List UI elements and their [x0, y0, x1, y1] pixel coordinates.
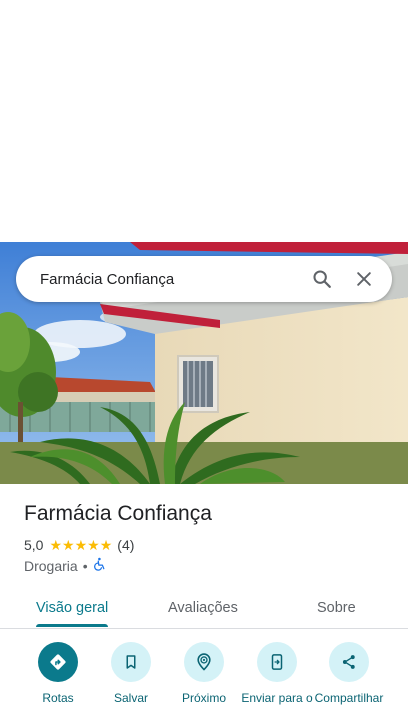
map-area[interactable]: [0, 0, 408, 242]
tab-about[interactable]: Sobre: [317, 588, 356, 628]
action-label: Compartilhar: [314, 691, 384, 705]
bookmark-icon: [111, 642, 151, 682]
star-icon: ★: [62, 537, 75, 553]
nearby-icon: [184, 642, 224, 682]
star-icon: ★: [99, 537, 113, 553]
star-icon: ★: [87, 537, 100, 553]
send-to-phone-button[interactable]: Enviar para o: [237, 642, 317, 706]
category-row: Drogaria •: [24, 557, 107, 574]
close-icon[interactable]: [346, 261, 382, 297]
action-label: Salvar: [113, 691, 148, 705]
send-to-phone-icon: [257, 642, 297, 682]
share-button[interactable]: Compartilhar: [309, 642, 389, 706]
directions-button[interactable]: Rotas: [18, 642, 98, 706]
action-label: Rotas: [42, 691, 74, 705]
search-icon[interactable]: [304, 261, 340, 297]
tab-bar: Visão geral Avaliações Sobre: [0, 588, 408, 629]
separator: •: [82, 557, 88, 574]
wheelchair-accessible-icon: [93, 557, 107, 574]
nearby-button[interactable]: Próximo: [164, 642, 244, 706]
star-icon: ★: [49, 537, 63, 553]
directions-icon: [38, 642, 78, 682]
tab-overview[interactable]: Visão geral: [36, 588, 108, 628]
share-icon: [329, 642, 369, 682]
review-count[interactable]: (4): [117, 537, 134, 553]
active-tab-indicator: [36, 624, 108, 627]
tab-reviews[interactable]: Avaliações: [168, 588, 238, 628]
place-category: Drogaria: [24, 557, 78, 574]
action-label: Próximo: [181, 691, 226, 705]
rating-stars: ★ ★ ★ ★ ★: [49, 538, 112, 552]
search-bar[interactable]: Farmácia Confiança: [16, 256, 392, 302]
search-input[interactable]: Farmácia Confiança: [40, 271, 304, 288]
save-button[interactable]: Salvar: [91, 642, 171, 706]
place-title: Farmácia Confiança: [24, 502, 212, 525]
rating-row[interactable]: 5,0 ★ ★ ★ ★ ★ (4): [24, 537, 134, 553]
place-panel: Farmácia Confiança 5,0 ★ ★ ★ ★ ★ (4) Dro…: [0, 484, 408, 726]
action-label: Enviar para o: [241, 691, 313, 705]
star-icon: ★: [74, 537, 88, 553]
rating-value: 5,0: [24, 537, 44, 553]
